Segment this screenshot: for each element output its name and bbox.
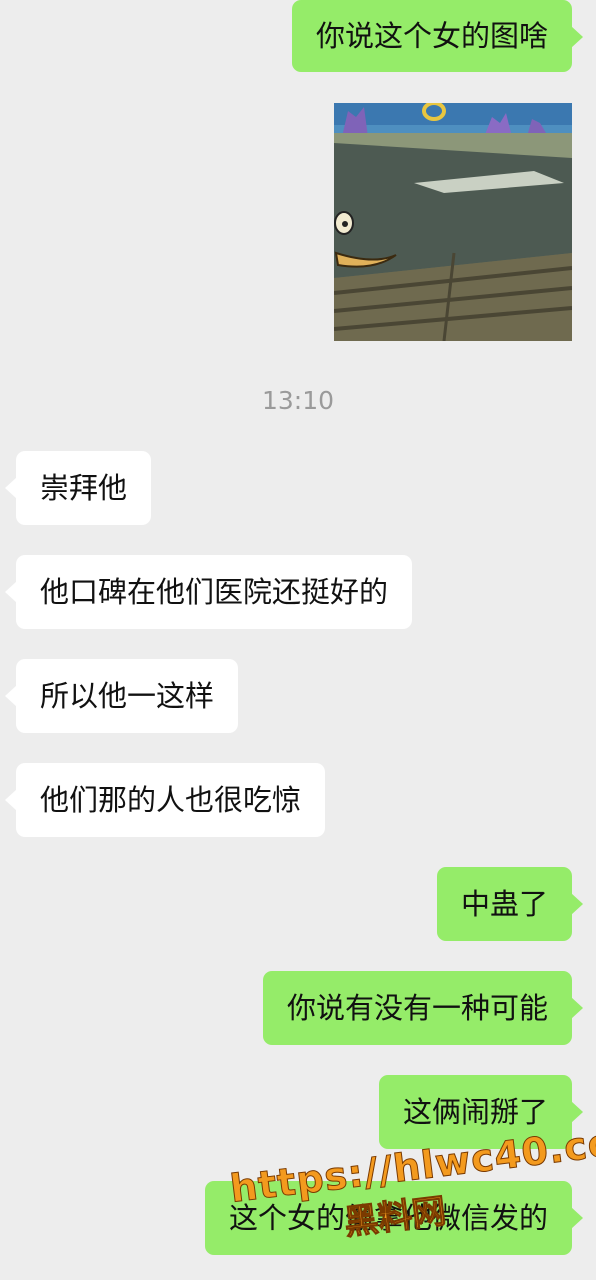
cartoon-sticker-image <box>334 103 572 341</box>
message-bubble-sent[interactable]: 这俩闹掰了 <box>378 1075 584 1149</box>
message-bubble-received[interactable]: 崇拜他 <box>4 451 152 525</box>
chat-window: 你说这个女的图啥 13:10 崇拜他 他口碑在他们医院还挺好的 所以他一这样 他… <box>0 0 596 1280</box>
message-bubble-received[interactable]: 他们那的人也很吃惊 <box>4 763 326 837</box>
message-bubble-received[interactable]: 所以他一这样 <box>4 659 239 733</box>
message-bubble-received[interactable]: 他口碑在他们医院还挺好的 <box>4 555 413 629</box>
image-message[interactable] <box>334 103 572 341</box>
timestamp: 13:10 <box>261 386 335 415</box>
message-bubble-sent[interactable]: 中蛊了 <box>436 867 584 941</box>
message-bubble-sent[interactable]: 你说这个女的图啥 <box>291 0 584 72</box>
message-bubble-sent[interactable]: 你说有没有一种可能 <box>262 971 584 1045</box>
message-bubble-sent[interactable]: 这个女的偷拿他微信发的 <box>204 1181 584 1255</box>
